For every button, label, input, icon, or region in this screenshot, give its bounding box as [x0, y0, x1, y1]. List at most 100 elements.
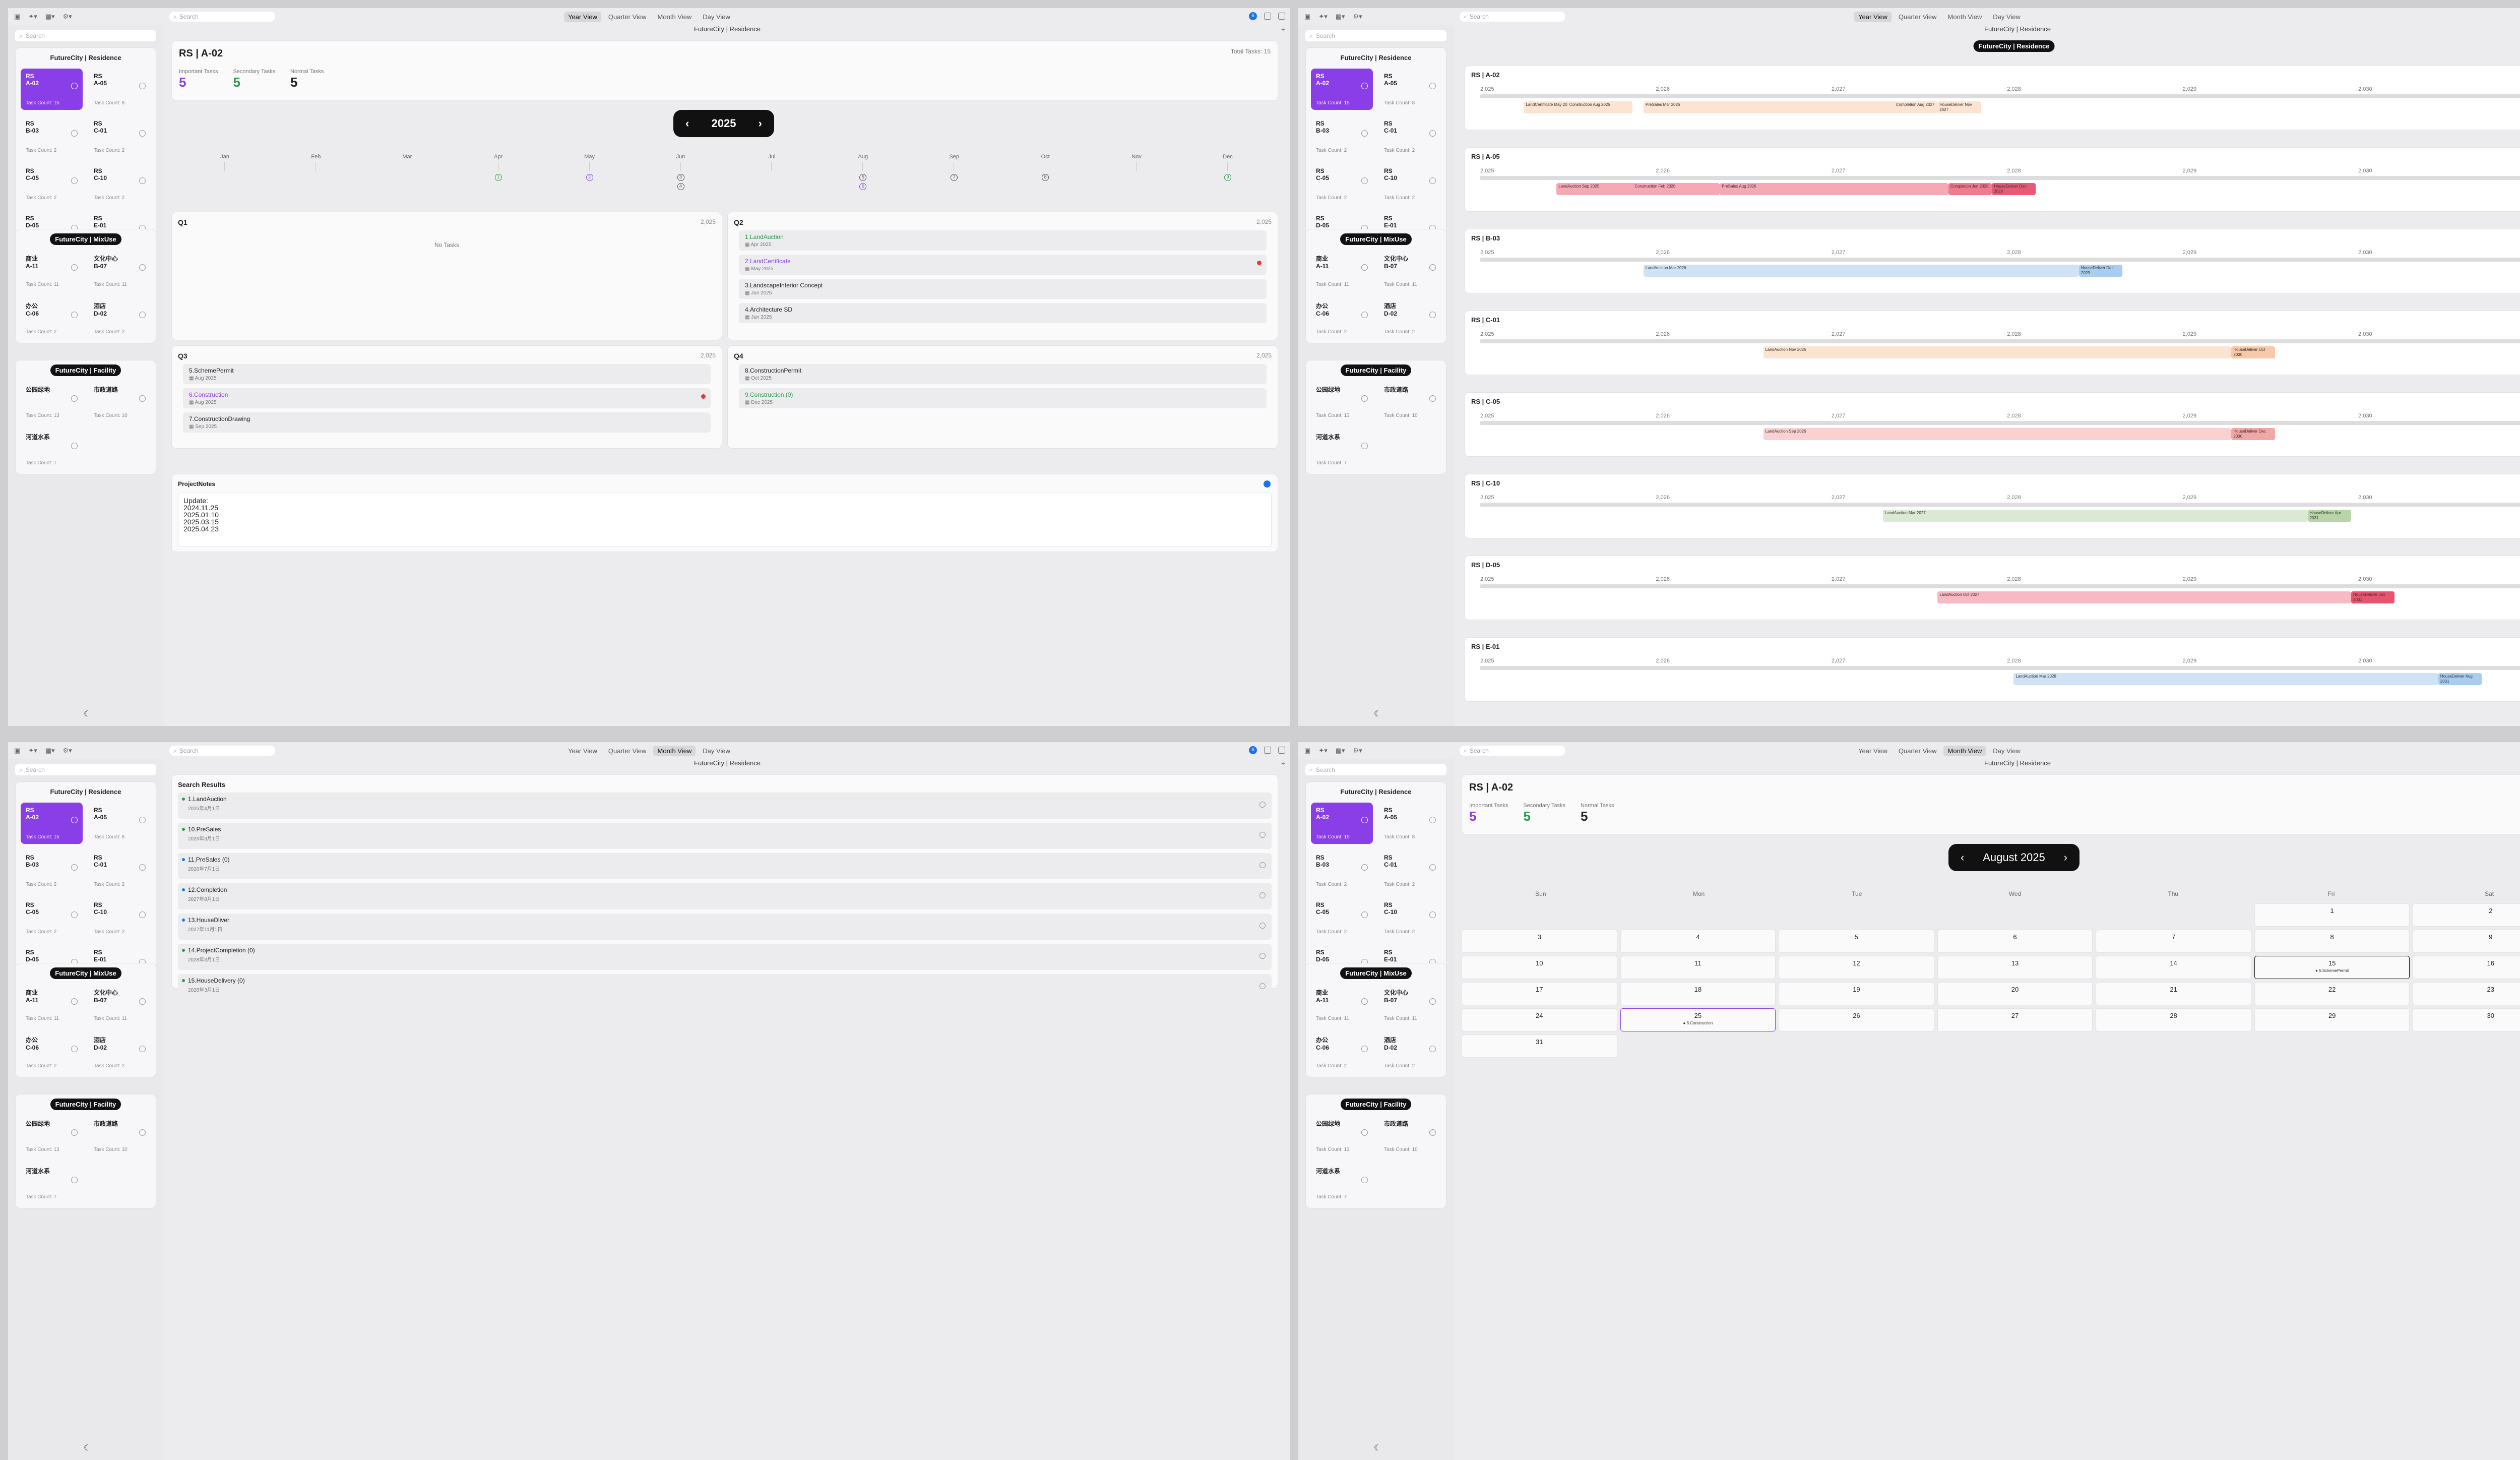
task-dot[interactable]: 1: [494, 174, 502, 181]
project-card[interactable]: RS A-05 Task Count: 8: [1379, 69, 1441, 110]
tab-month-view[interactable]: Month View: [1944, 12, 1986, 22]
project-card[interactable]: 公园绿地 Task Count: 13: [1311, 1115, 1373, 1157]
filter-icon[interactable]: ✦▾: [28, 13, 37, 21]
calendar-icon[interactable]: ▦▾: [45, 13, 55, 21]
calendar-icon[interactable]: ▦▾: [1336, 747, 1345, 755]
check-circle-icon[interactable]: [1361, 83, 1368, 89]
check-circle-icon[interactable]: [1429, 312, 1436, 318]
check-circle-icon[interactable]: [1429, 264, 1436, 271]
project-card[interactable]: 文化中心 B-07 Task Count: 11: [1379, 250, 1441, 291]
project-card[interactable]: 酒店 D-02 Task Count: 2: [1379, 297, 1441, 339]
tab-day-view[interactable]: Day View: [699, 12, 734, 22]
project-card[interactable]: 市政道路 Task Count: 10: [89, 1115, 151, 1157]
day-cell[interactable]: 4: [1620, 930, 1776, 953]
group-title[interactable]: FutureCity | Residence: [1336, 786, 1417, 798]
panel-icon[interactable]: [1278, 747, 1285, 754]
project-card[interactable]: RS C-01 Task Count: 2: [1379, 116, 1441, 157]
prev-icon[interactable]: ‹: [1961, 851, 1964, 864]
gantt-bar[interactable]: PreSales Mar 2026: [1644, 101, 1938, 113]
check-circle-icon[interactable]: [1361, 1129, 1368, 1136]
check-circle-icon[interactable]: [71, 177, 78, 184]
check-circle-icon[interactable]: [139, 264, 146, 271]
project-card[interactable]: RS C-10 Task Count: 2: [1379, 897, 1441, 939]
check-circle-icon[interactable]: [1361, 395, 1368, 402]
check-circle-icon[interactable]: [71, 998, 78, 1005]
tab-year-view[interactable]: Year View: [564, 746, 601, 756]
day-cell[interactable]: 28: [2096, 1008, 2251, 1031]
project-card[interactable]: RS A-02 Task Count: 15: [21, 803, 83, 844]
day-cell[interactable]: 23: [2413, 982, 2520, 1005]
tab-month-view[interactable]: Month View: [654, 12, 696, 22]
check-circle-icon[interactable]: [1429, 864, 1436, 871]
month-selector[interactable]: ‹ August 2025 ›: [1948, 844, 2080, 871]
day-cell[interactable]: 8: [2254, 930, 2410, 953]
check-circle-icon[interactable]: [1361, 443, 1368, 449]
check-circle-icon[interactable]: [1429, 998, 1436, 1005]
check-circle-icon[interactable]: [1429, 395, 1436, 402]
check-circle-icon[interactable]: [1429, 911, 1436, 918]
gantt-bar[interactable]: HouseDeliver Oct 2030: [2231, 346, 2275, 358]
check-circle-icon[interactable]: [1429, 1046, 1436, 1052]
check-circle-icon[interactable]: [139, 1129, 146, 1136]
gantt-bar[interactable]: LandAuction Oct 2027: [1937, 591, 2351, 603]
settings-icon[interactable]: ⚙▾: [1353, 13, 1362, 21]
tab-year-view[interactable]: Year View: [1854, 11, 1892, 22]
group-title[interactable]: FutureCity | Facility: [50, 364, 121, 376]
gantt-bar[interactable]: Completion Jun 2028: [1948, 183, 1992, 195]
info-icon[interactable]: [1259, 862, 1266, 868]
project-card[interactable]: 商业 A-11 Task Count: 11: [21, 250, 83, 291]
group-title[interactable]: FutureCity | MixUse: [50, 233, 121, 245]
project-card[interactable]: 河道水系 Task Count: 7: [1311, 1163, 1373, 1204]
day-cell[interactable]: 10: [1462, 956, 1617, 979]
info-icon[interactable]: [1259, 923, 1266, 929]
check-circle-icon[interactable]: [1361, 312, 1368, 318]
task-item[interactable]: 7.ConstructionDrawing ▦ Sep 2025: [183, 412, 711, 433]
calendar-icon[interactable]: ▦▾: [1336, 13, 1345, 21]
filter-icon[interactable]: ✦▾: [1318, 747, 1327, 755]
task-dot[interactable]: 4: [677, 183, 684, 190]
project-card[interactable]: 文化中心 B-07 Task Count: 11: [1379, 984, 1441, 1025]
tab-day-view[interactable]: Day View: [1989, 12, 2025, 22]
result-item[interactable]: 10.PreSales 2026年3月1日: [178, 823, 1272, 849]
group-title[interactable]: FutureCity | MixUse: [1340, 233, 1412, 245]
project-card[interactable]: 商业 A-11 Task Count: 11: [1311, 984, 1373, 1025]
project-card[interactable]: 办公 C-06 Task Count: 2: [1311, 297, 1373, 339]
day-cell[interactable]: 13: [1937, 956, 2093, 979]
task-item[interactable]: 4.Architecture SD ▦ Jun 2025: [739, 303, 1267, 323]
gantt-bar[interactable]: LandAuction Mar 2026: [1644, 265, 2079, 277]
check-circle-icon[interactable]: [139, 864, 146, 871]
search-input[interactable]: ⌕ Search: [1460, 12, 1565, 22]
task-item[interactable]: 5.SchemePermit ▦ Aug 2025: [183, 364, 711, 384]
gantt-bar[interactable]: LandAuction Nov 2026: [1763, 346, 2232, 358]
gantt-bar[interactable]: LandAuction Mar 2028: [2013, 673, 2438, 685]
day-cell[interactable]: 30: [2413, 1008, 2520, 1031]
check-circle-icon[interactable]: [139, 911, 146, 918]
day-cell[interactable]: 26: [1779, 1008, 1934, 1031]
task-item[interactable]: 3.LandscapeInterior Concept ▦ Jun 2025: [739, 279, 1267, 299]
settings-icon[interactable]: ⚙▾: [63, 13, 72, 21]
tab-year-view[interactable]: Year View: [564, 11, 601, 22]
gantt-bar[interactable]: PreSales Aug 2026: [1720, 183, 1948, 195]
project-card[interactable]: 酒店 D-02 Task Count: 2: [1379, 1031, 1441, 1073]
project-card[interactable]: RS C-10 Task Count: 2: [1379, 163, 1441, 205]
check-circle-icon[interactable]: [71, 1177, 78, 1183]
project-card[interactable]: 河道水系 Task Count: 7: [21, 1163, 83, 1204]
tab-day-view[interactable]: Day View: [1989, 746, 2025, 756]
project-card[interactable]: RS A-05 Task Count: 8: [1379, 803, 1441, 844]
day-cell[interactable]: 29: [2254, 1008, 2410, 1031]
task-item[interactable]: 2.LandCertificate ▦ May 2025: [739, 255, 1267, 275]
day-event[interactable]: ● 6.Construction: [1621, 1021, 1776, 1025]
project-card[interactable]: RS C-01 Task Count: 2: [1379, 850, 1441, 891]
project-card[interactable]: 办公 C-06 Task Count: 2: [21, 1031, 83, 1073]
task-item[interactable]: 8.ConstructionPermit ▦ Oct 2025: [739, 364, 1267, 384]
group-title[interactable]: FutureCity | Facility: [1340, 364, 1412, 376]
project-card[interactable]: RS C-05 Task Count: 2: [21, 897, 83, 939]
result-item[interactable]: 13.HouseDliver 2027年11月1日: [178, 914, 1272, 940]
sidebar-search[interactable]: ⌕ Search: [1305, 764, 1446, 775]
info-icon[interactable]: [1259, 832, 1266, 838]
gantt-bar[interactable]: LandAuction Sep 2025: [1556, 183, 1644, 195]
check-circle-icon[interactable]: [71, 443, 78, 449]
add-icon[interactable]: +: [1281, 25, 1285, 33]
check-circle-icon[interactable]: [139, 83, 146, 89]
day-cell[interactable]: 7: [2096, 930, 2251, 953]
